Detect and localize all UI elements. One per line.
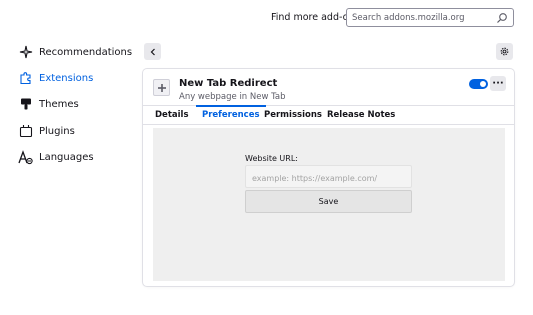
website-url-field[interactable] xyxy=(245,165,412,189)
sidebar-item-plugins[interactable]: Plugins xyxy=(18,121,138,141)
addon-enable-toggle[interactable] xyxy=(469,79,488,89)
sidebar-item-recommendations[interactable]: Recommendations xyxy=(18,42,138,62)
addons-search-field[interactable] xyxy=(346,8,514,27)
plugin-icon xyxy=(18,124,33,139)
gear-icon xyxy=(500,47,509,56)
sidebar-item-label: Plugins xyxy=(39,125,75,137)
website-url-label: Website URL: xyxy=(245,154,298,163)
back-button[interactable] xyxy=(144,43,161,60)
addon-description: Any webpage in New Tab xyxy=(179,92,286,102)
chevron-left-icon xyxy=(150,48,155,55)
sidebar-item-label: Themes xyxy=(39,98,79,110)
website-url-input[interactable] xyxy=(246,168,411,189)
tab-preferences[interactable]: Preferences xyxy=(196,105,266,125)
sidebar-item-label: Extensions xyxy=(39,72,94,84)
preferences-panel: Website URL: Save xyxy=(153,128,505,281)
sidebar-item-languages[interactable]: Languages xyxy=(18,147,138,167)
tab-permissions[interactable]: Permissions xyxy=(264,106,322,125)
tab-release-notes[interactable]: Release Notes xyxy=(327,106,395,125)
addon-tabs: Details Preferences Permissions Release … xyxy=(143,105,514,125)
paintbrush-icon xyxy=(18,97,33,112)
addons-search-input[interactable] xyxy=(352,11,492,24)
tools-gear-button[interactable] xyxy=(496,43,513,60)
addon-card: New Tab Redirect Any webpage in New Tab … xyxy=(143,69,514,286)
sidebar-item-extensions[interactable]: Extensions xyxy=(18,68,138,88)
sparkle-icon xyxy=(18,45,33,60)
addon-name: New Tab Redirect xyxy=(179,78,278,89)
search-icon[interactable] xyxy=(496,12,508,24)
save-button[interactable]: Save xyxy=(245,190,412,213)
tab-details[interactable]: Details xyxy=(155,106,189,125)
puzzle-icon xyxy=(18,71,33,86)
more-options-button[interactable]: ··· xyxy=(490,76,506,91)
sidebar-item-themes[interactable]: Themes xyxy=(18,94,138,114)
sidebar-item-label: Languages xyxy=(39,151,94,163)
addon-plus-icon xyxy=(153,79,170,96)
sidebar-item-label: Recommendations xyxy=(39,46,133,58)
more-options-icon: ··· xyxy=(492,77,504,89)
language-icon xyxy=(18,149,33,165)
